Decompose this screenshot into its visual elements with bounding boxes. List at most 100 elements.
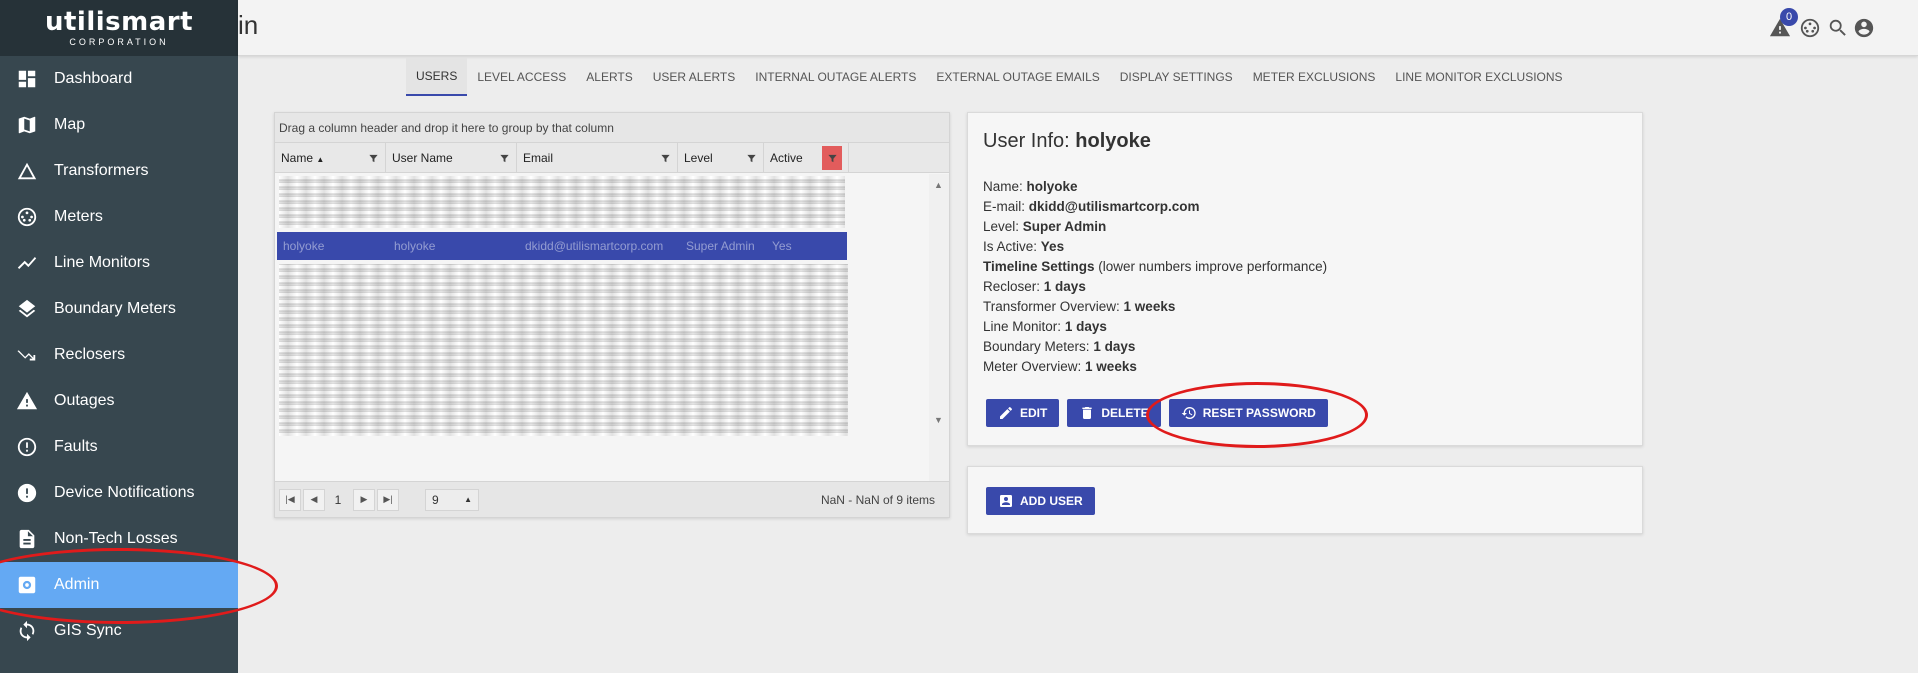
- add-user-label: ADD USER: [1020, 494, 1083, 508]
- recloser-icon: [14, 344, 40, 366]
- add-user-button[interactable]: ADD USER: [986, 487, 1095, 515]
- reset-password-button[interactable]: RESET PASSWORD: [1168, 399, 1328, 427]
- filter-icon[interactable]: [499, 153, 510, 164]
- info-recloser: Recloser: 1 days: [983, 279, 1086, 294]
- scroll-down-icon[interactable]: ▼: [934, 415, 943, 425]
- sidebar-item-gis-sync[interactable]: GIS Sync: [0, 608, 238, 654]
- grid-scrollbar[interactable]: ▲ ▼: [929, 174, 949, 481]
- notification-badge: 0: [1780, 8, 1798, 26]
- notification-icon: [14, 482, 40, 504]
- company-logo[interactable]: utilismart CORPORATION: [0, 0, 238, 56]
- scroll-up-icon[interactable]: ▲: [934, 180, 943, 190]
- tab-meter-exclusions[interactable]: METER EXCLUSIONS: [1243, 58, 1386, 96]
- warning-icon: [14, 390, 40, 412]
- sidebar-item-reclosers[interactable]: Reclosers: [0, 332, 238, 378]
- tab-external-outage-emails[interactable]: EXTERNAL OUTAGE EMAILS: [926, 58, 1109, 96]
- next-page-icon[interactable]: ▶: [353, 488, 375, 511]
- column-header-level[interactable]: Level: [678, 143, 764, 173]
- tab-user-alerts[interactable]: USER ALERTS: [643, 58, 745, 96]
- last-page-icon[interactable]: ▶|: [377, 488, 399, 511]
- column-header-username[interactable]: User Name: [386, 143, 517, 173]
- cell-username: holyoke: [394, 239, 436, 253]
- edit-button[interactable]: EDIT: [986, 399, 1060, 427]
- prev-page-icon[interactable]: ◀: [303, 488, 325, 511]
- sidebar-item-device-notifications[interactable]: Device Notifications: [0, 470, 238, 516]
- admin-tabs: USERS LEVEL ACCESS ALERTS USER ALERTS IN…: [406, 58, 1573, 96]
- sidebar-item-boundary-meters[interactable]: Boundary Meters: [0, 286, 238, 332]
- sidebar-item-label: Faults: [54, 438, 98, 455]
- sidebar-item-map[interactable]: Map: [0, 102, 238, 148]
- delete-label: DELETE: [1101, 406, 1149, 420]
- info-active: Is Active: Yes: [983, 239, 1065, 254]
- delete-button[interactable]: DELETE: [1067, 399, 1161, 427]
- sidebar: utilismart CORPORATION Dashboard Map Tra…: [0, 0, 238, 673]
- column-label: Name ▲: [281, 151, 325, 165]
- redacted-rows: [279, 176, 845, 228]
- grid-pager: |◀ ◀ 1 ▶ ▶| 9 ▲ NaN - NaN of 9 items: [275, 481, 949, 517]
- top-header: in 0: [238, 0, 1918, 56]
- tab-line-monitor-exclusions[interactable]: LINE MONITOR EXCLUSIONS: [1385, 58, 1572, 96]
- admin-icon: [14, 574, 40, 596]
- sidebar-item-non-tech-losses[interactable]: Non-Tech Losses: [0, 516, 238, 562]
- sidebar-item-label: Line Monitors: [54, 254, 151, 271]
- table-row-selected[interactable]: holyoke holyoke dkidd@utilismartcorp.com…: [277, 232, 847, 260]
- group-by-hint[interactable]: Drag a column header and drop it here to…: [275, 113, 949, 143]
- column-label: Active: [770, 151, 803, 165]
- account-button[interactable]: [1852, 16, 1876, 40]
- chevron-up-icon: ▲: [464, 495, 472, 504]
- search-button[interactable]: [1826, 16, 1850, 40]
- filter-active-icon[interactable]: [822, 146, 842, 170]
- add-user-card: ADD USER: [967, 466, 1643, 534]
- sidebar-item-label: Admin: [54, 576, 100, 593]
- sidebar-item-faults[interactable]: Faults: [0, 424, 238, 470]
- column-label: User Name: [392, 151, 453, 165]
- sidebar-item-label: Reclosers: [54, 346, 126, 363]
- pencil-icon: [1000, 406, 1013, 419]
- layers-icon: [14, 298, 40, 320]
- sync-icon: [14, 620, 40, 642]
- filter-icon[interactable]: [660, 153, 671, 164]
- tab-users[interactable]: USERS: [406, 58, 468, 96]
- contact-card-icon: [1000, 495, 1012, 507]
- document-icon: [14, 528, 40, 550]
- edit-label: EDIT: [1020, 406, 1048, 420]
- tab-alerts[interactable]: ALERTS: [576, 58, 642, 96]
- sidebar-item-admin[interactable]: Admin: [0, 562, 238, 608]
- meter-button[interactable]: [1798, 16, 1822, 40]
- column-header-email[interactable]: Email: [517, 143, 678, 173]
- sidebar-item-label: Map: [54, 116, 86, 133]
- logo-subtitle: CORPORATION: [69, 37, 169, 47]
- sidebar-item-dashboard[interactable]: Dashboard: [0, 56, 238, 102]
- page-size-select[interactable]: 9 ▲: [425, 488, 479, 511]
- history-icon: [1181, 407, 1196, 419]
- tab-internal-outage-alerts[interactable]: INTERNAL OUTAGE ALERTS: [745, 58, 926, 96]
- sidebar-item-outages[interactable]: Outages: [0, 378, 238, 424]
- column-header-name[interactable]: Name ▲: [275, 143, 386, 173]
- filter-icon[interactable]: [368, 153, 379, 164]
- sidebar-item-label: Transformers: [54, 162, 149, 179]
- info-timeline: Timeline Settings (lower numbers improve…: [983, 259, 1328, 274]
- triangle-icon: [14, 160, 40, 182]
- current-page[interactable]: 1: [325, 493, 351, 507]
- sidebar-item-label: Device Notifications: [54, 484, 195, 501]
- logo-brand: utilismart: [44, 7, 194, 37]
- cell-email: dkidd@utilismartcorp.com: [525, 239, 664, 253]
- tab-level-access[interactable]: LEVEL ACCESS: [467, 58, 576, 96]
- user-actions: EDIT DELETE RESET PASSWORD: [986, 399, 1336, 427]
- first-page-icon[interactable]: |◀: [279, 488, 301, 511]
- tab-display-settings[interactable]: DISPLAY SETTINGS: [1110, 58, 1243, 96]
- alerts-button[interactable]: 0: [1768, 8, 1798, 40]
- sidebar-item-label: Meters: [54, 208, 103, 225]
- column-header-active[interactable]: Active: [764, 143, 849, 173]
- sidebar-item-line-monitors[interactable]: Line Monitors: [0, 240, 238, 286]
- grid-body: holyoke holyoke dkidd@utilismartcorp.com…: [275, 174, 949, 481]
- reset-password-label: RESET PASSWORD: [1202, 406, 1316, 420]
- filter-icon[interactable]: [746, 153, 757, 164]
- sidebar-item-meters[interactable]: Meters: [0, 194, 238, 240]
- cell-name: holyoke: [283, 239, 325, 253]
- info-line-monitor: Line Monitor: 1 days: [983, 319, 1107, 334]
- alert-circle-icon: [14, 436, 40, 458]
- sidebar-item-transformers[interactable]: Transformers: [0, 148, 238, 194]
- column-label: Level: [684, 151, 713, 165]
- account-icon: [1853, 17, 1875, 39]
